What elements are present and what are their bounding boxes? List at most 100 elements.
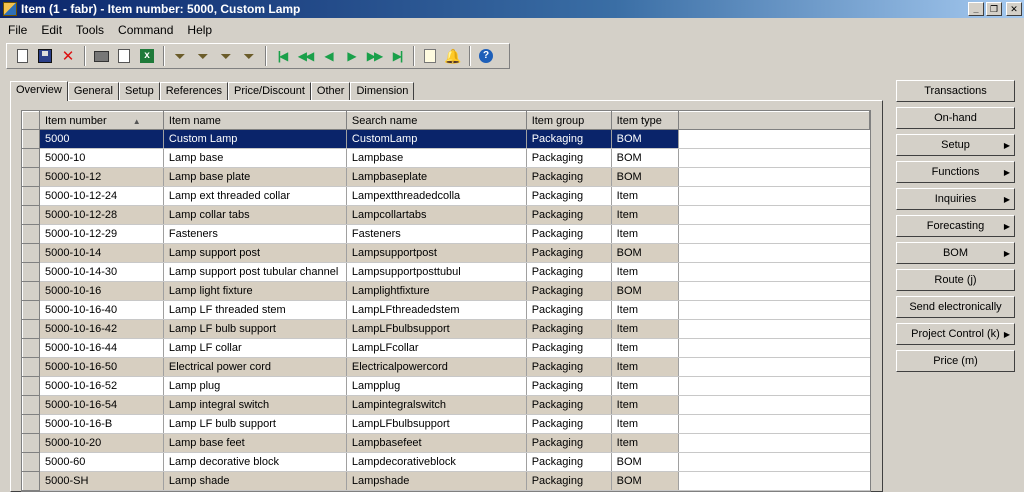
cell-item-type[interactable]: Item <box>611 395 679 415</box>
menu-tools[interactable]: Tools <box>76 23 104 37</box>
header-search-name[interactable]: Search name <box>345 111 527 130</box>
tab-other[interactable]: Other <box>310 82 351 100</box>
table-row[interactable]: 5000-10-16-40 Lamp LF threaded stem LampLF… <box>22 300 870 320</box>
cell-item-number[interactable]: 5000-10-16 <box>39 281 164 301</box>
cell-item-group[interactable]: Packaging <box>526 205 612 225</box>
cell-search-name[interactable]: Fasteners <box>346 224 527 244</box>
next-record-button[interactable]: ▶ <box>340 45 362 67</box>
cell-item-type[interactable]: BOM <box>611 452 679 472</box>
cell-item-name[interactable]: Custom Lamp <box>163 129 347 149</box>
row-selector[interactable] <box>22 433 40 453</box>
table-row[interactable]: 5000 Custom Lamp CustomLamp Packaging BOM <box>22 129 870 149</box>
cell-item-group[interactable]: Packaging <box>526 186 612 206</box>
cell-search-name[interactable]: Lampcollartabs <box>346 205 527 225</box>
tab-general[interactable]: General <box>67 82 119 100</box>
price-m-button[interactable]: Price (m) <box>896 350 1015 372</box>
cell-item-type[interactable]: BOM <box>611 281 679 301</box>
cell-item-type[interactable]: Item <box>611 319 679 339</box>
cell-item-type[interactable]: Item <box>611 300 679 320</box>
cell-item-type[interactable]: BOM <box>611 243 679 263</box>
cell-item-type[interactable]: BOM <box>611 167 679 187</box>
cell-item-type[interactable]: Item <box>611 186 679 206</box>
cell-item-number[interactable]: 5000-SH <box>39 471 164 491</box>
row-selector[interactable] <box>22 471 40 491</box>
table-row[interactable]: 5000-10-12-29 Fasteners Fasteners Packaging… <box>22 224 870 244</box>
bom-button[interactable]: BOM ▶ <box>896 242 1015 264</box>
header-item-type[interactable]: Item type <box>610 111 679 130</box>
cell-item-type[interactable]: Item <box>611 433 679 453</box>
cell-item-name[interactable]: Lamp light fixture <box>163 281 347 301</box>
cell-search-name[interactable]: LampLFcollar <box>346 338 527 358</box>
minimize-button[interactable]: _ <box>968 2 984 16</box>
filter-button[interactable]: ⏷ <box>192 45 214 67</box>
cell-item-type[interactable]: Item <box>611 357 679 377</box>
functions-button[interactable]: Functions ▶ <box>896 161 1015 183</box>
cell-item-number[interactable]: 5000-60 <box>39 452 164 472</box>
cell-search-name[interactable]: LampLFthreadedstem <box>346 300 527 320</box>
last-record-button[interactable]: ▶| <box>386 45 408 67</box>
row-selector[interactable] <box>22 319 40 339</box>
header-item-number[interactable]: Item number ▲ <box>38 111 164 130</box>
cell-item-number[interactable]: 5000-10-16-54 <box>39 395 164 415</box>
cell-search-name[interactable]: LampLFbulbsupport <box>346 319 527 339</box>
print-button[interactable] <box>90 45 112 67</box>
restore-button[interactable]: ❐ <box>986 2 1002 16</box>
cell-item-number[interactable]: 5000-10-12-24 <box>39 186 164 206</box>
tab-overview[interactable]: Overview <box>10 81 68 101</box>
menu-file[interactable]: File <box>8 23 27 37</box>
header-item-group[interactable]: Item group <box>525 111 612 130</box>
cell-search-name[interactable]: Lampbasefeet <box>346 433 527 453</box>
header-item-name[interactable]: Item name <box>162 111 347 130</box>
next-page-button[interactable]: ▶▶ <box>363 45 385 67</box>
header-select[interactable] <box>22 111 40 130</box>
table-row[interactable]: 5000-10-16-50 Electrical power cord Electr… <box>22 357 870 377</box>
cell-item-number[interactable]: 5000-10-16-42 <box>39 319 164 339</box>
cell-search-name[interactable]: Lampbase <box>346 148 527 168</box>
cell-item-name[interactable]: Electrical power cord <box>163 357 347 377</box>
cell-item-type[interactable]: BOM <box>611 129 679 149</box>
cell-item-number[interactable]: 5000-10-16-44 <box>39 338 164 358</box>
cell-item-group[interactable]: Packaging <box>526 148 612 168</box>
cell-item-type[interactable]: BOM <box>611 148 679 168</box>
cell-search-name[interactable]: Lampshade <box>346 471 527 491</box>
previous-record-button[interactable]: ◀ <box>317 45 339 67</box>
cell-item-group[interactable]: Packaging <box>526 357 612 377</box>
cell-item-number[interactable]: 5000-10-16-B <box>39 414 164 434</box>
row-selector[interactable] <box>22 186 40 206</box>
menu-edit[interactable]: Edit <box>41 23 62 37</box>
cell-item-type[interactable]: Item <box>611 205 679 225</box>
table-row[interactable]: 5000-10-16-52 Lamp plug Lampplug Packaging I… <box>22 376 870 396</box>
inquiries-button[interactable]: Inquiries ▶ <box>896 188 1015 210</box>
cell-item-type[interactable]: Item <box>611 376 679 396</box>
cell-item-type[interactable]: Item <box>611 414 679 434</box>
remove-filter-button[interactable]: ⏷ <box>238 45 260 67</box>
cell-item-number[interactable]: 5000-10-16-52 <box>39 376 164 396</box>
first-record-button[interactable]: |◀ <box>271 45 293 67</box>
row-selector[interactable] <box>22 452 40 472</box>
cell-item-type[interactable]: Item <box>611 262 679 282</box>
cell-item-number[interactable]: 5000-10 <box>39 148 164 168</box>
cell-item-number[interactable]: 5000-10-14-30 <box>39 262 164 282</box>
cell-item-group[interactable]: Packaging <box>526 167 612 187</box>
menu-help[interactable]: Help <box>187 23 212 37</box>
document-handling-button[interactable] <box>419 45 441 67</box>
cell-search-name[interactable]: CustomLamp <box>346 129 527 149</box>
forecasting-button[interactable]: Forecasting ▶ <box>896 215 1015 237</box>
previous-page-button[interactable]: ◀◀ <box>294 45 316 67</box>
row-selector[interactable] <box>22 224 40 244</box>
row-selector[interactable] <box>22 129 40 149</box>
print-preview-button[interactable] <box>113 45 135 67</box>
item-grid[interactable]: Item number ▲ Item name Search name Item … <box>21 110 871 492</box>
row-selector[interactable] <box>22 376 40 396</box>
cell-item-group[interactable]: Packaging <box>526 471 612 491</box>
new-button[interactable] <box>11 45 33 67</box>
cell-item-group[interactable]: Packaging <box>526 243 612 263</box>
table-row[interactable]: 5000-10-16-B Lamp LF bulb support LampLFbu… <box>22 414 870 434</box>
cell-item-group[interactable]: Packaging <box>526 452 612 472</box>
cell-search-name[interactable]: Electricalpowercord <box>346 357 527 377</box>
save-button[interactable] <box>34 45 56 67</box>
table-row[interactable]: 5000-60 Lamp decorative block Lampdecorati… <box>22 452 870 472</box>
cell-item-group[interactable]: Packaging <box>526 300 612 320</box>
filter-by-selection-button[interactable]: ⏷ <box>169 45 191 67</box>
cell-item-group[interactable]: Packaging <box>526 224 612 244</box>
